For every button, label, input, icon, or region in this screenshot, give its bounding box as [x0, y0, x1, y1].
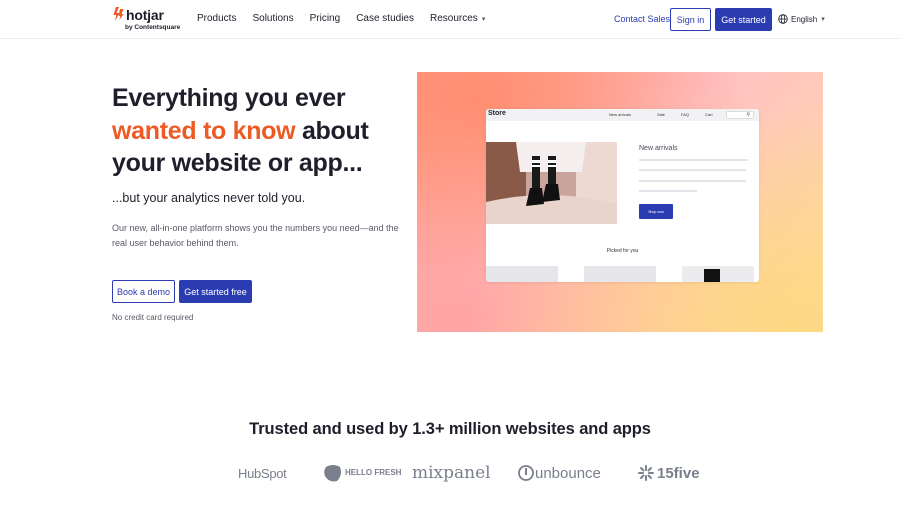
placeholder-line	[639, 169, 746, 171]
nav-products[interactable]: Products	[197, 13, 236, 24]
store-nav-new-arrivals: New arrivals	[609, 112, 632, 117]
store-heading: New arrivals	[639, 145, 678, 152]
hero-title: Everything you ever wanted to know about…	[112, 82, 412, 180]
product-thumbnail	[486, 266, 558, 282]
trusted-heading: Trusted and used by 1.3+ million website…	[249, 420, 651, 438]
hero-illustration: Store New arrivals Sale FAQ Cart ⚲ New a…	[417, 72, 823, 332]
hubspot-logo: HubSpot	[238, 455, 287, 491]
15five-logo-text: 15five	[657, 464, 700, 482]
hotjar-flame-icon	[113, 7, 124, 21]
burst-icon	[638, 465, 654, 481]
hubspot-logo-text: HubSpot	[238, 465, 287, 481]
store-nav-sale: Sale	[657, 112, 666, 117]
no-credit-card-note: No credit card required	[112, 313, 194, 322]
store-nav-cart: Cart	[705, 112, 713, 117]
store-shop-now-button: Shop now	[639, 204, 673, 219]
store-nav-faq: FAQ	[681, 112, 690, 117]
get-started-free-button[interactable]: Get started free	[179, 280, 252, 303]
language-selector[interactable]: English ▾	[778, 14, 825, 24]
nav-resources-label: Resources	[430, 13, 478, 24]
mixpanel-logo: mixpanel	[412, 455, 491, 491]
mixpanel-logo-text: mixpanel	[412, 463, 491, 483]
globe-icon	[778, 14, 788, 24]
hotjar-logo[interactable]: hotjar by Contentsquare	[113, 6, 183, 34]
store-search-box: ⚲	[726, 111, 754, 119]
nav-resources[interactable]: Resources ▾	[430, 13, 485, 24]
placeholder-line	[639, 180, 746, 182]
site-header: hotjar by Contentsquare Products Solutio…	[0, 0, 900, 39]
unbounce-logo-text: unbounce	[535, 464, 601, 482]
hero-title-line3: your website or app...	[112, 149, 363, 177]
hero-title-after-accent: about	[295, 116, 369, 145]
store-name: Store	[488, 110, 506, 117]
15five-logo: 15five	[637, 455, 700, 491]
product-photo	[486, 142, 617, 224]
book-demo-button[interactable]: Book a demo	[112, 280, 175, 303]
contact-sales-link[interactable]: Contact Sales	[614, 14, 670, 24]
unbounce-icon	[518, 465, 534, 481]
hero-subtitle: ...but your analytics never told you.	[112, 191, 306, 205]
chevron-down-icon: ▾	[821, 16, 825, 23]
language-label: English	[791, 14, 818, 24]
nav-pricing[interactable]: Pricing	[310, 13, 341, 24]
chevron-down-icon: ▾	[481, 16, 486, 23]
hellofresh-logo: HELLO FRESH	[323, 455, 402, 491]
nav-solutions[interactable]: Solutions	[252, 13, 293, 24]
store-topbar: Store New arrivals Sale FAQ Cart ⚲	[486, 109, 759, 121]
lime-icon	[324, 465, 341, 482]
placeholder-line	[639, 190, 697, 192]
search-icon: ⚲	[746, 112, 750, 118]
product-thumbnail-shoe	[704, 269, 720, 282]
product-thumbnail	[584, 266, 656, 282]
hero-title-line1: Everything you ever	[112, 84, 346, 112]
hero-title-accent: wanted to know	[112, 116, 296, 145]
main-nav: Products Solutions Pricing Case studies …	[197, 13, 485, 24]
get-started-button[interactable]: Get started	[715, 8, 772, 31]
customer-logos: HubSpot HELLO FRESH mixpanel unbounce 15…	[0, 455, 900, 491]
product-thumbnail	[682, 266, 754, 282]
logo-tagline: by Contentsquare	[125, 24, 181, 31]
hellofresh-logo-text: HELLO FRESH	[345, 468, 402, 477]
store-mockup: Store New arrivals Sale FAQ Cart ⚲ New a…	[486, 109, 759, 282]
sign-in-button[interactable]: Sign in	[670, 8, 711, 31]
unbounce-logo: unbounce	[518, 455, 601, 491]
store-picked-heading: Picked for you	[606, 248, 639, 254]
nav-case-studies[interactable]: Case studies	[356, 13, 414, 24]
hero-description: Our new, all-in-one platform shows you t…	[112, 223, 399, 248]
placeholder-line	[639, 159, 748, 161]
logo-wordmark: hotjar	[126, 7, 164, 23]
